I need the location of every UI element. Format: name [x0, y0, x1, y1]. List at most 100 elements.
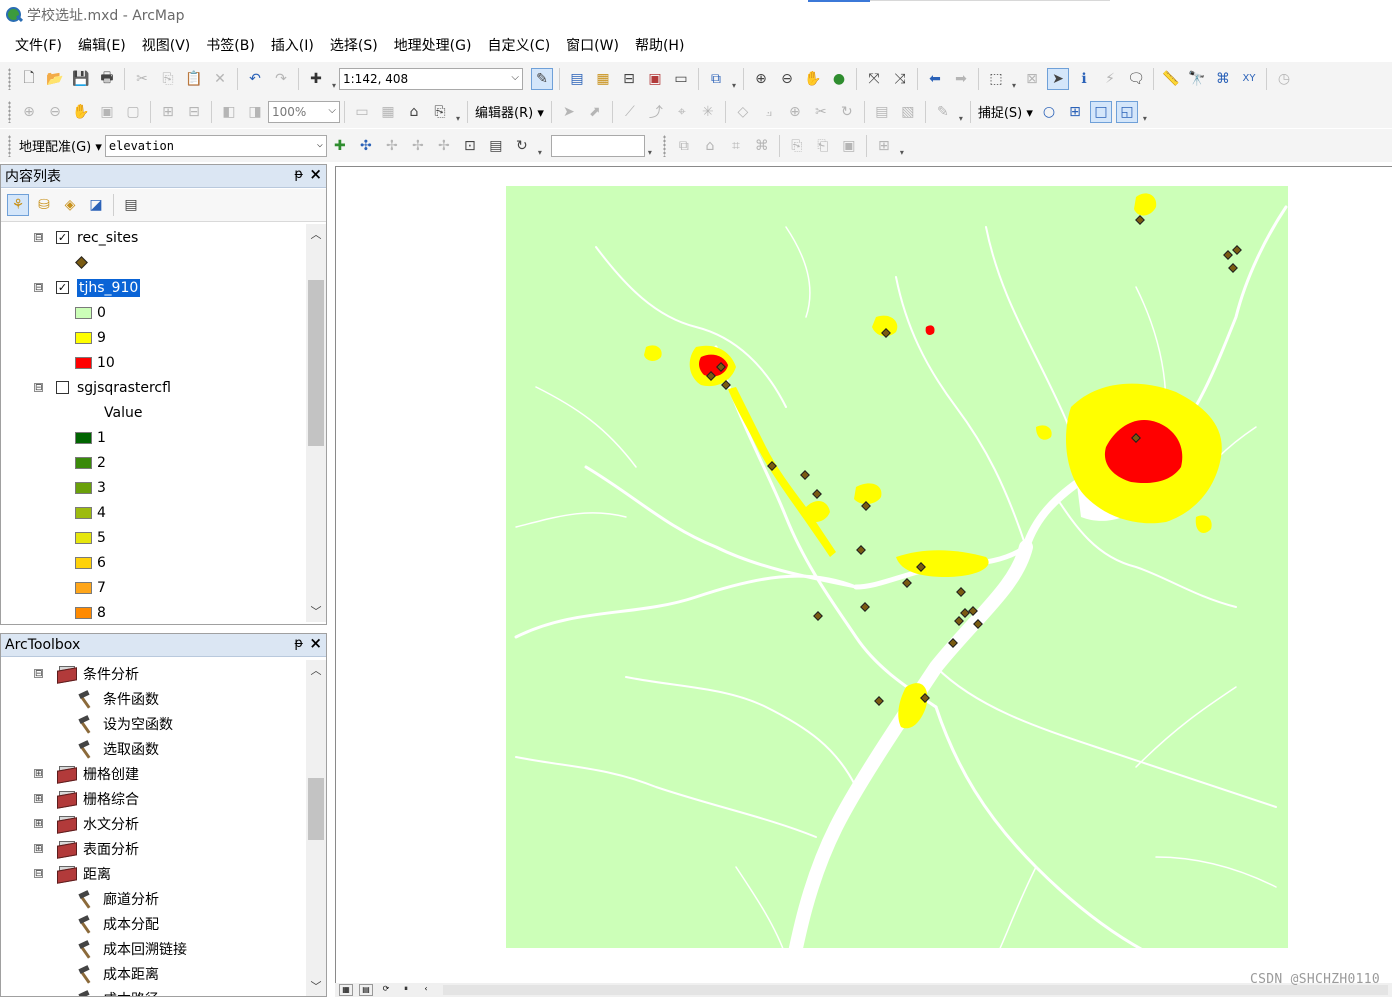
toolbar-options-icon[interactable]: ▾	[897, 135, 907, 157]
point-snapping-icon[interactable]: ○	[1038, 101, 1060, 123]
toolset-row[interactable]: ⊞ 表面分析	[34, 836, 139, 861]
fixed-zoom-out-page-icon[interactable]: ⊟	[183, 101, 205, 123]
list-by-selection-icon[interactable]: ◪	[85, 194, 107, 216]
go-to-xy-icon[interactable]: XY	[1238, 68, 1260, 90]
legend-swatch[interactable]	[75, 531, 92, 544]
add-data-icon[interactable]: ✚	[305, 68, 327, 90]
python-window-icon[interactable]: ▭	[670, 68, 692, 90]
refresh-icon[interactable]: ⟳	[379, 984, 393, 996]
point-icon[interactable]: ✳	[697, 101, 719, 123]
catalog-icon[interactable]: ▦	[592, 68, 614, 90]
select-dropdown-icon[interactable]: ▾	[1009, 68, 1019, 90]
legend-swatch[interactable]	[75, 481, 92, 494]
scroll-left-icon[interactable]: ‹	[419, 984, 433, 996]
tool-row[interactable]: 选取函数	[77, 736, 159, 761]
zoom-in-icon[interactable]: ⊕	[750, 68, 772, 90]
new-document-icon[interactable]: 🗋	[18, 68, 40, 90]
reshape-feature-icon[interactable]: ⟓	[758, 101, 780, 123]
layer-row-sgjsqrastercfl[interactable]: ⊟ sgjsqrastercfl	[34, 375, 171, 400]
menu-windows[interactable]: 窗口(W)	[559, 32, 628, 60]
zoom-to-link-icon[interactable]: ✢	[407, 135, 429, 157]
toolbar-options-icon[interactable]: ▾	[729, 68, 739, 90]
table-of-contents-icon[interactable]: ▤	[566, 68, 588, 90]
toc-options-icon[interactable]: ▤	[120, 194, 142, 216]
toolset-label[interactable]: 水文分析	[83, 814, 139, 834]
tool-label[interactable]: 成本分配	[103, 914, 159, 934]
tool-row[interactable]: 设为空函数	[77, 711, 173, 736]
zoom-percent-combo[interactable]: 100% ⌵	[268, 100, 340, 123]
hyperlink-icon[interactable]: ⚡	[1099, 68, 1121, 90]
toolbar-options-icon[interactable]: ▾	[453, 101, 463, 123]
open-folder-icon[interactable]: 📂	[44, 68, 66, 90]
legend-swatch[interactable]	[75, 581, 92, 594]
toolbar-options-icon[interactable]: ▾	[1140, 101, 1150, 123]
viewer-icon[interactable]: ⊡	[459, 135, 481, 157]
toolset-label[interactable]: 栅格综合	[83, 789, 139, 809]
paste-icon[interactable]: 📋	[183, 68, 205, 90]
arctoolbox-icon[interactable]: ▣	[644, 68, 666, 90]
toolset-label[interactable]: 栅格创建	[83, 764, 139, 784]
fabric-icon[interactable]: ⌗	[725, 135, 747, 157]
identify-icon[interactable]: ℹ	[1073, 68, 1095, 90]
layout-view-icon[interactable]: ▤	[359, 984, 373, 996]
auto-registration-icon[interactable]: ✣	[355, 135, 377, 157]
snapping-menu[interactable]: 捕捉(S) ▾	[978, 102, 1033, 121]
arcmap-app-icon[interactable]	[5, 6, 24, 24]
toolset-row[interactable]: ⊞ 栅格创建	[34, 761, 139, 786]
scroll-down-icon[interactable]: ﹀	[306, 978, 326, 995]
clear-selection-icon[interactable]: ⊠	[1021, 68, 1043, 90]
collapse-icon[interactable]: ⊟	[34, 283, 43, 293]
close-icon[interactable]: ×	[309, 165, 322, 183]
tool-label[interactable]: 选取函数	[103, 739, 159, 759]
scroll-up-icon[interactable]: ︿	[306, 226, 326, 243]
cut-polygons-icon[interactable]: ⊕	[784, 101, 806, 123]
pin-icon[interactable]: ᵽ	[294, 636, 303, 651]
editor-toolbar-toggle-icon[interactable]: ✎	[531, 67, 553, 90]
link-table-icon[interactable]: ▤	[485, 135, 507, 157]
topology-icon[interactable]: ⧉	[673, 135, 695, 157]
collapse-icon[interactable]: ⊟	[34, 383, 43, 393]
data-view-icon[interactable]: ▦	[339, 984, 353, 996]
legend-swatch[interactable]	[75, 456, 92, 469]
search-window-icon[interactable]: ⊟	[618, 68, 640, 90]
tool-row[interactable]: 成本回溯链接	[77, 936, 187, 961]
collapse-icon[interactable]: ⊟	[34, 869, 43, 879]
collapse-icon[interactable]: ⊟	[34, 669, 43, 679]
copy-icon[interactable]: ⎘	[157, 68, 179, 90]
layer-name[interactable]: sgjsqrastercfl	[77, 380, 171, 396]
collapse-icon[interactable]: ⊟	[34, 233, 43, 243]
network-icon[interactable]: ⌘	[751, 135, 773, 157]
layer-visibility-checkbox[interactable]	[56, 381, 69, 394]
tool-label[interactable]: 成本回溯链接	[103, 939, 187, 959]
tool-label[interactable]: 设为空函数	[103, 714, 173, 734]
scroll-thumb[interactable]	[308, 778, 324, 840]
tool-row[interactable]: 条件函数	[77, 686, 159, 711]
toggle-draft-mode-icon[interactable]: ▭	[351, 101, 373, 123]
sketch-properties-icon[interactable]: ▧	[897, 101, 919, 123]
list-by-visibility-icon[interactable]: ◈	[59, 194, 81, 216]
select-link-icon[interactable]: ✢	[381, 135, 403, 157]
pan-hand-icon[interactable]: ✋	[802, 68, 824, 90]
scroll-up-icon[interactable]: ︿	[306, 662, 326, 679]
toolbar-grip[interactable]	[8, 67, 11, 90]
redo-icon[interactable]: ↷	[270, 68, 292, 90]
tool-row[interactable]: 廊道分析	[77, 886, 159, 911]
zoom-whole-page-icon[interactable]: ▣	[96, 101, 118, 123]
close-icon[interactable]: ×	[309, 634, 322, 652]
pin-icon[interactable]: ᵽ	[294, 167, 303, 182]
toolset-label[interactable]: 距离	[83, 864, 111, 884]
arctoolbox-scrollbar[interactable]: ︿ ﹀	[306, 660, 326, 997]
tool-row[interactable]: 成本距离	[77, 961, 159, 986]
scroll-thumb[interactable]	[308, 280, 324, 446]
legend-swatch[interactable]	[75, 356, 92, 369]
split-tool-icon[interactable]: ✂	[810, 101, 832, 123]
layer-row-rec-sites[interactable]: ⊟ ✓ rec_sites	[34, 225, 138, 250]
change-layout-icon[interactable]: ⌂	[403, 101, 425, 123]
focus-data-frame-icon[interactable]: ▦	[377, 101, 399, 123]
data-driven-pages-icon[interactable]: ⎘	[429, 101, 451, 123]
tool-label[interactable]: 条件函数	[103, 689, 159, 709]
parcel-icon[interactable]: ⌂	[699, 135, 721, 157]
endpoint-arc-icon[interactable]: ⤴	[645, 101, 667, 123]
vertex-snapping-icon[interactable]: □	[1089, 100, 1112, 123]
expand-icon[interactable]: ⊞	[34, 769, 43, 779]
